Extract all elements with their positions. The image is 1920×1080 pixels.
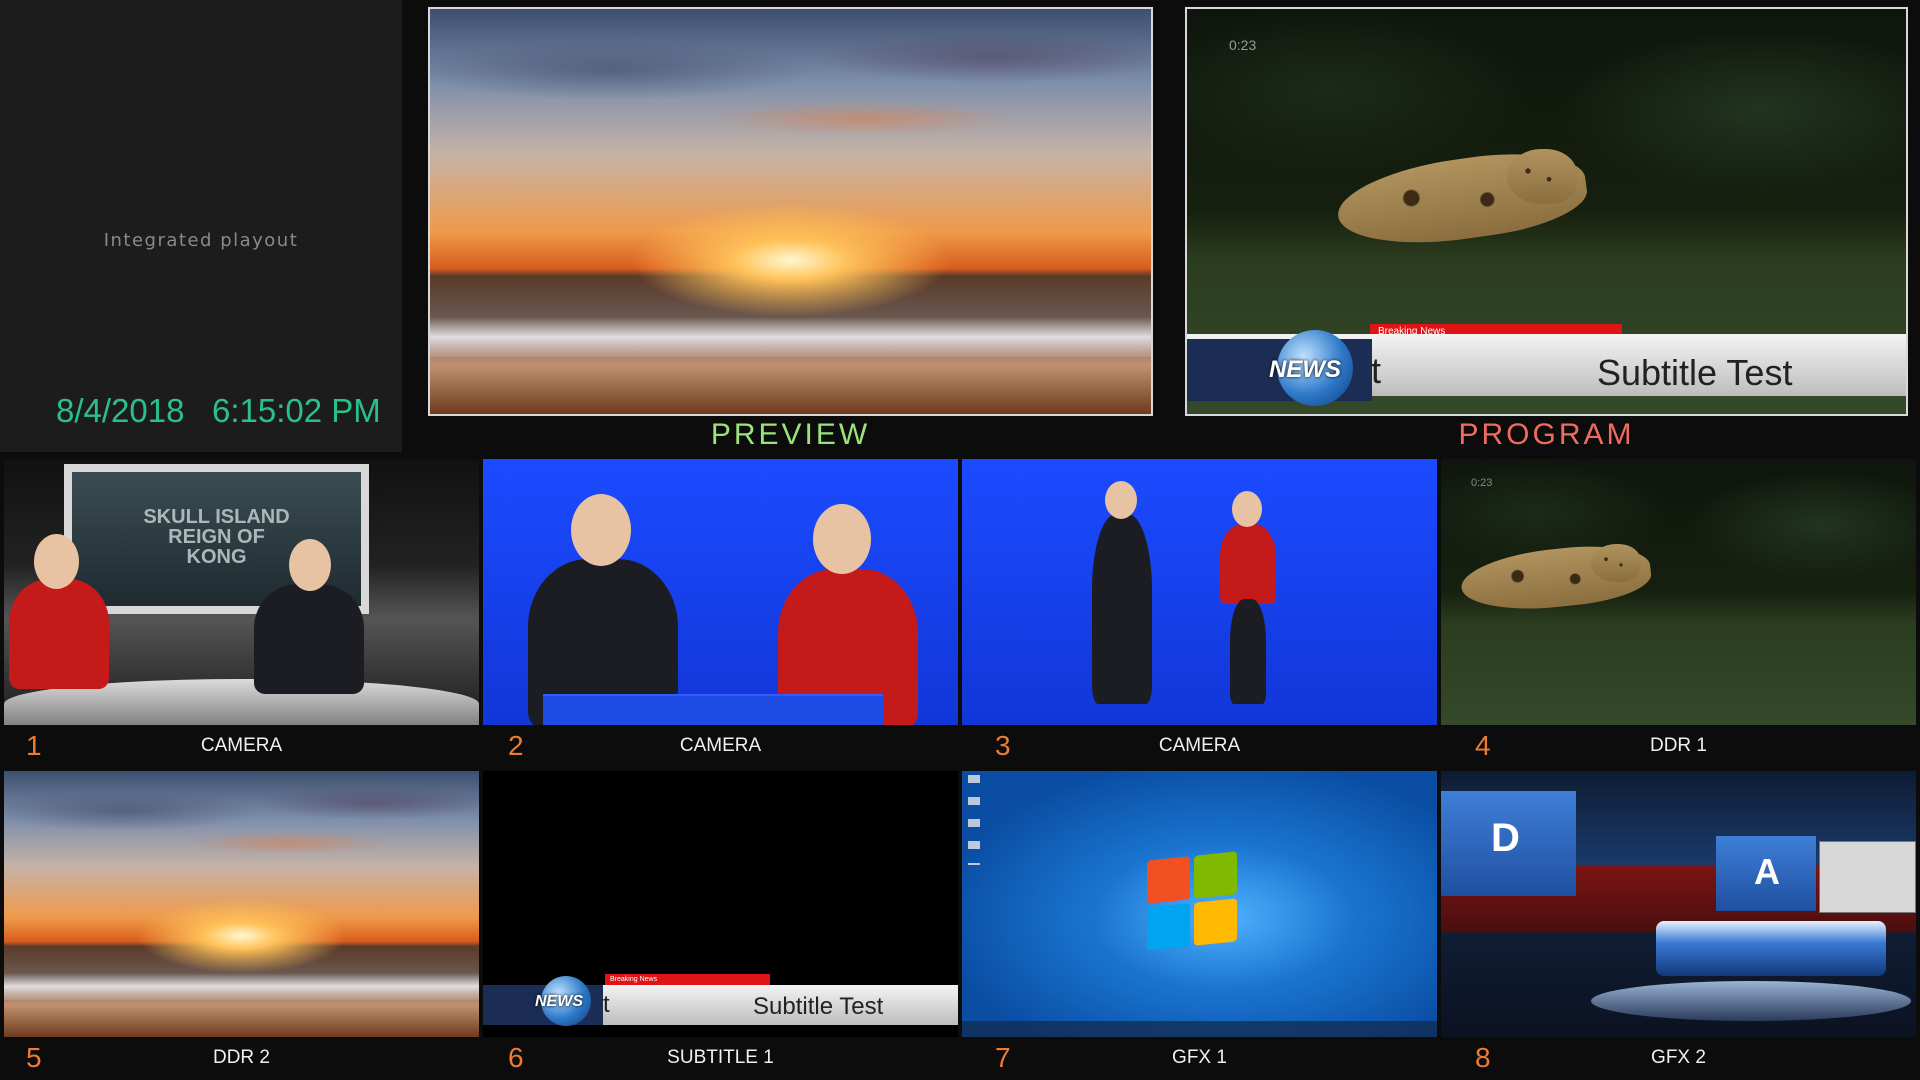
source-4-name: DDR 1: [1649, 735, 1707, 756]
program-label: PROGRAM: [1458, 418, 1635, 451]
source-6-thumbnail[interactable]: Breaking News NEWS t Subtitle Test: [483, 771, 958, 1037]
anchor-desk: [1656, 921, 1886, 976]
lower-third-title: Subtitle Test: [753, 993, 884, 1020]
news-logo-text: NEWS: [535, 993, 583, 1010]
studio-wall-screen-right: A: [1716, 836, 1816, 911]
clock-date: 8/4/2018: [56, 392, 185, 429]
lower-third-prefix: t: [1371, 350, 1382, 391]
clock-time: 6:15:02 PM: [211, 392, 381, 429]
source-2-name: CAMERA: [679, 735, 762, 756]
source-7-thumbnail[interactable]: [962, 771, 1437, 1037]
source-8-name: GFX 2: [1651, 1047, 1706, 1068]
preview-sunset-image: [430, 9, 1151, 414]
source-7-name: GFX 1: [1172, 1047, 1227, 1068]
news-logo-text: NEWS: [1269, 356, 1341, 383]
source-2-thumbnail[interactable]: [483, 459, 958, 725]
preview-label: PREVIEW: [710, 418, 871, 451]
info-panel: [0, 0, 402, 452]
program-monitor[interactable]: 0:23 Breaking News NEWS t Subtitle Test: [1185, 7, 1908, 416]
preview-monitor[interactable]: [428, 7, 1153, 416]
source-5-name: DDR 2: [212, 1047, 270, 1068]
source-8-thumbnail[interactable]: D A: [1441, 771, 1916, 1037]
program-timecode: 0:23: [1229, 37, 1257, 53]
date-time-clock: 8/4/2018 6:15:02 PM: [56, 392, 381, 430]
studio-wall-screen-left: D: [1441, 791, 1576, 896]
integrated-playout-label: Integrated playout: [103, 230, 299, 251]
ddr1-timecode: 0:23: [1471, 477, 1493, 489]
lower-third-title: Subtitle Test: [1597, 352, 1793, 393]
windows-logo-icon: [1147, 851, 1237, 951]
source-1-thumbnail[interactable]: SKULL ISLAND REIGN OF KONG: [4, 459, 479, 725]
source-3-thumbnail[interactable]: [962, 459, 1437, 725]
source-4-thumbnail[interactable]: 0:23: [1441, 459, 1916, 725]
source-3-name: CAMERA: [1158, 735, 1241, 756]
source-5-thumbnail[interactable]: [4, 771, 479, 1037]
program-lower-third: Breaking News NEWS t Subtitle Test: [1187, 314, 1906, 414]
embedded-monitor: [1819, 841, 1916, 913]
desktop-icons: [968, 775, 980, 865]
taskbar: [962, 1021, 1437, 1037]
lower-third-prefix: t: [603, 991, 610, 1018]
source-1-name: CAMERA: [200, 735, 283, 756]
source-6-name: SUBTITLE 1: [667, 1047, 774, 1068]
